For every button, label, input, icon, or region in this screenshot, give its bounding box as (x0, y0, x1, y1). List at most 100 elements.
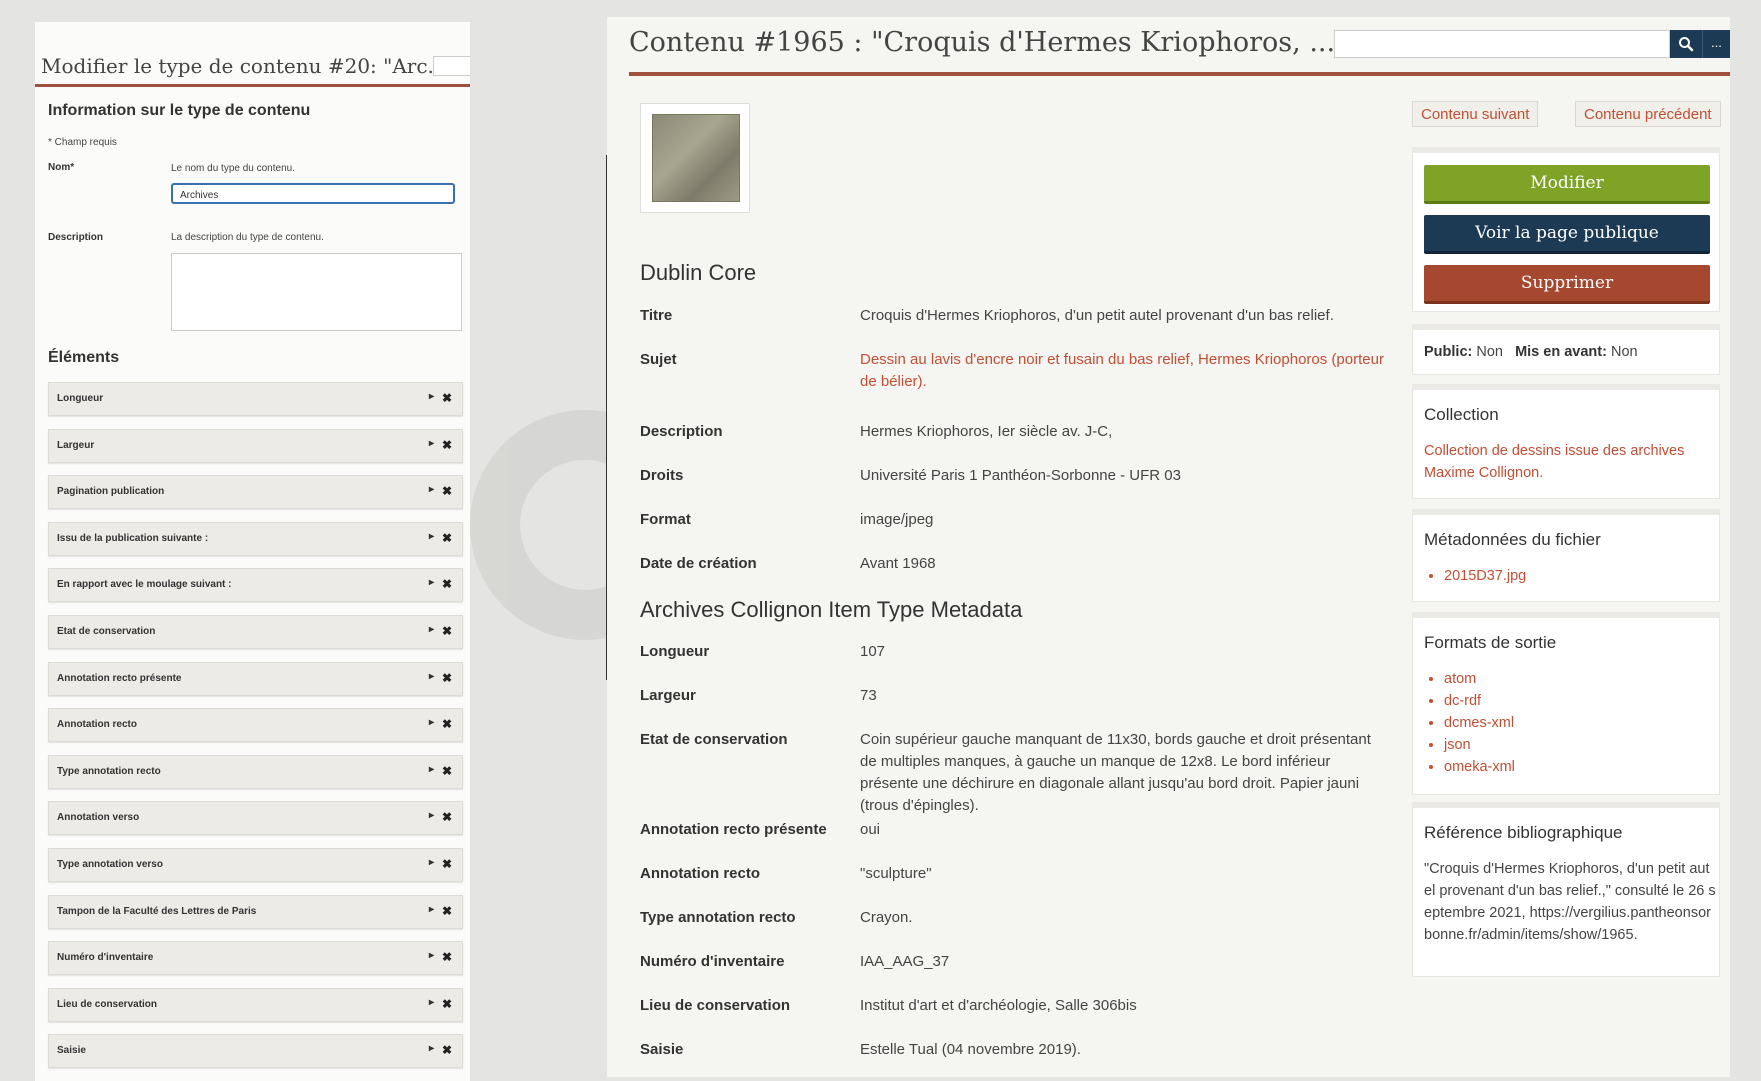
element-label: En rapport avec le moulage suivant : (57, 579, 232, 591)
item-type-title: Archives Collignon Item Type Metadata (640, 597, 1023, 622)
description-help: La description du type de contenu. (171, 232, 324, 243)
remove-icon[interactable]: ✖ (442, 764, 452, 778)
metadata-value[interactable]: Dessin au lavis d'encre noir et fusain d… (860, 349, 1390, 393)
expand-arrow-icon[interactable]: ▸ (429, 1043, 434, 1054)
element-label: Tampon de la Faculté des Lettres de Pari… (57, 905, 257, 917)
search-icon (1679, 36, 1694, 52)
more-options-button[interactable]: ... (1702, 30, 1730, 58)
element-item[interactable]: Annotation recto ▸ ✖ (48, 708, 463, 743)
featured-value: Non (1610, 344, 1638, 360)
status-line: Public: Non Mis en avant: Non (1424, 341, 1638, 363)
dublin-core-title: Dublin Core (640, 260, 757, 285)
element-label: Annotation verso (57, 812, 140, 824)
output-formats-title: Formats de sortie (1424, 633, 1557, 652)
remove-icon[interactable]: ✖ (442, 484, 452, 498)
collection-link[interactable]: Collection de dessins issue des archives… (1424, 440, 1714, 484)
elements-title: Éléments (48, 349, 120, 366)
item-thumbnail[interactable] (640, 103, 750, 213)
output-format-link[interactable]: dcmes-xml (1444, 712, 1515, 734)
element-item[interactable]: Longueur ▸ ✖ (48, 382, 463, 416)
element-item[interactable]: Tampon de la Faculté des Lettres de Pari… (48, 894, 463, 929)
featured-label: Mis en avant: (1515, 344, 1607, 360)
status-panel: Public: Non Mis en avant: Non (1412, 324, 1720, 375)
collection-panel: Collection Collection de dessins issue d… (1412, 384, 1720, 499)
header-rule (629, 72, 1730, 76)
metadata-label: Format (640, 511, 691, 528)
element-label: Annotation recto (57, 719, 137, 731)
file-list: 2015D37.jpg (1424, 565, 1526, 587)
output-format-link[interactable]: omeka-xml (1444, 756, 1515, 778)
element-label: Etat de conservation (57, 625, 156, 637)
expand-arrow-icon[interactable]: ▸ (429, 484, 434, 495)
description-textarea[interactable] (171, 253, 462, 331)
remove-icon[interactable]: ✖ (442, 391, 452, 405)
name-label: Nom* (48, 162, 75, 173)
expand-arrow-icon[interactable]: ▸ (429, 438, 434, 449)
expand-arrow-icon[interactable]: ▸ (429, 717, 434, 728)
metadata-label: Saisie (640, 1041, 684, 1058)
element-item[interactable]: Annotation recto présente ▸ ✖ (48, 661, 463, 696)
element-label: Largeur (57, 439, 95, 451)
element-label: Type annotation verso (57, 858, 163, 870)
previous-item-button[interactable]: Contenu précédent (1575, 101, 1721, 127)
metadata-value: Crayon. (860, 909, 913, 926)
remove-icon[interactable]: ✖ (442, 717, 452, 731)
remove-icon[interactable]: ✖ (442, 577, 452, 591)
element-item[interactable]: Pagination publication ▸ ✖ (48, 475, 463, 510)
search-input[interactable] (433, 56, 470, 76)
expand-arrow-icon[interactable]: ▸ (429, 671, 434, 682)
expand-arrow-icon[interactable]: ▸ (429, 391, 434, 402)
edit-item-type-header: Modifier le type de contenu #20: "Arc... (35, 50, 470, 87)
element-item[interactable]: Issu de la publication suivante : ▸ ✖ (48, 521, 463, 556)
output-format-link[interactable]: dc-rdf (1444, 690, 1515, 712)
item-show-panel: Contenu #1965 : "Croquis d'Hermes Krioph… (607, 17, 1730, 1077)
remove-icon[interactable]: ✖ (442, 904, 452, 918)
remove-icon[interactable]: ✖ (442, 438, 452, 452)
remove-icon[interactable]: ✖ (442, 857, 452, 871)
output-format-link[interactable]: atom (1444, 668, 1515, 690)
remove-icon[interactable]: ✖ (442, 671, 452, 685)
expand-arrow-icon[interactable]: ▸ (429, 997, 434, 1008)
remove-icon[interactable]: ✖ (442, 531, 452, 545)
element-item[interactable]: Type annotation verso ▸ ✖ (48, 847, 463, 882)
public-value: Non (1476, 344, 1503, 360)
expand-arrow-icon[interactable]: ▸ (429, 810, 434, 821)
remove-icon[interactable]: ✖ (442, 624, 452, 638)
element-item[interactable]: Etat de conservation ▸ ✖ (48, 614, 463, 649)
element-item[interactable]: Largeur ▸ ✖ (48, 428, 463, 463)
element-item[interactable]: Annotation verso ▸ ✖ (48, 801, 463, 836)
remove-icon[interactable]: ✖ (442, 810, 452, 824)
view-public-page-button[interactable]: Voir la page publique (1424, 215, 1710, 254)
expand-arrow-icon[interactable]: ▸ (429, 624, 434, 635)
metadata-value: Coin supérieur gauche manquant de 11x30,… (860, 731, 1371, 814)
metadata-value: Croquis d'Hermes Kriophoros, d'un petit … (860, 307, 1334, 324)
element-item[interactable]: Type annotation recto ▸ ✖ (48, 754, 463, 789)
metadata-label: Numéro d'inventaire (640, 953, 785, 970)
search-button[interactable] (1670, 30, 1702, 58)
output-format-link[interactable]: json (1444, 734, 1515, 756)
metadata-label: Largeur (640, 687, 696, 704)
metadata-label: Longueur (640, 643, 710, 660)
element-item[interactable]: Numéro d'inventaire ▸ ✖ (48, 941, 463, 976)
name-input[interactable]: Archives (171, 183, 455, 204)
edit-button[interactable]: Modifier (1424, 165, 1710, 204)
expand-arrow-icon[interactable]: ▸ (429, 531, 434, 542)
next-item-button[interactable]: Contenu suivant (1412, 101, 1539, 127)
remove-icon[interactable]: ✖ (442, 1043, 452, 1057)
search-input[interactable] (1334, 30, 1670, 58)
expand-arrow-icon[interactable]: ▸ (429, 577, 434, 588)
remove-icon[interactable]: ✖ (442, 950, 452, 964)
element-label: Numéro d'inventaire (57, 952, 154, 964)
element-item[interactable]: En rapport avec le moulage suivant : ▸ ✖ (48, 568, 463, 603)
element-item[interactable]: Lieu de conservation ▸ ✖ (48, 987, 463, 1022)
element-item[interactable]: Saisie ▸ ✖ (48, 1034, 463, 1069)
expand-arrow-icon[interactable]: ▸ (429, 764, 434, 775)
expand-arrow-icon[interactable]: ▸ (429, 857, 434, 868)
remove-icon[interactable]: ✖ (442, 997, 452, 1011)
metadata-value: Estelle Tual (04 novembre 2019). (860, 1041, 1081, 1058)
file-link[interactable]: 2015D37.jpg (1444, 565, 1526, 587)
expand-arrow-icon[interactable]: ▸ (429, 904, 434, 915)
expand-arrow-icon[interactable]: ▸ (429, 950, 434, 961)
metadata-label: Etat de conservation (640, 731, 788, 748)
delete-button[interactable]: Supprimer (1424, 265, 1710, 304)
